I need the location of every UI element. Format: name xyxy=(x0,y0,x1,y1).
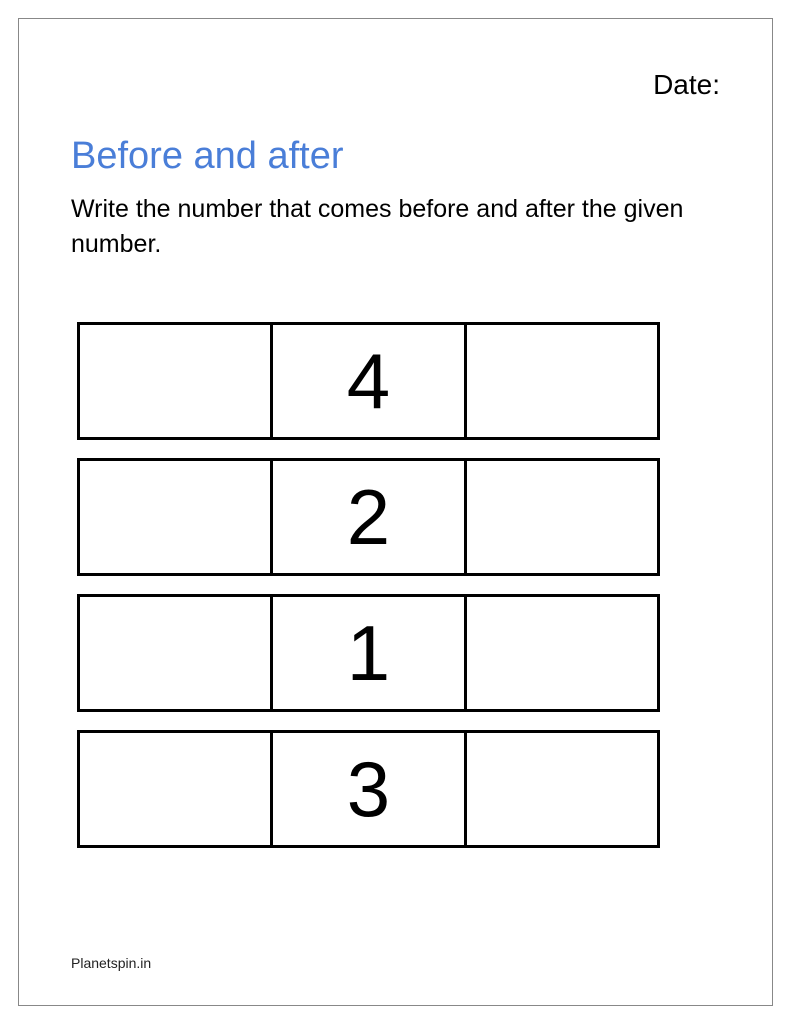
worksheet-page: Date: Before and after Write the number … xyxy=(18,18,773,1006)
date-label: Date: xyxy=(653,69,720,101)
worksheet-instruction: Write the number that comes before and a… xyxy=(71,192,720,262)
after-cell[interactable] xyxy=(467,733,657,845)
number-row: 4 xyxy=(77,322,660,440)
before-cell[interactable] xyxy=(80,461,270,573)
number-row: 3 xyxy=(77,730,660,848)
middle-cell: 4 xyxy=(270,325,466,437)
number-rows: 4 2 1 3 xyxy=(71,322,720,848)
middle-cell: 1 xyxy=(270,597,466,709)
number-row: 2 xyxy=(77,458,660,576)
middle-cell: 2 xyxy=(270,461,466,573)
after-cell[interactable] xyxy=(467,461,657,573)
worksheet-title: Before and after xyxy=(71,135,720,178)
middle-cell: 3 xyxy=(270,733,466,845)
date-row: Date: xyxy=(71,69,720,101)
after-cell[interactable] xyxy=(467,325,657,437)
number-row: 1 xyxy=(77,594,660,712)
before-cell[interactable] xyxy=(80,325,270,437)
before-cell[interactable] xyxy=(80,733,270,845)
footer-credit: Planetspin.in xyxy=(71,955,151,971)
after-cell[interactable] xyxy=(467,597,657,709)
before-cell[interactable] xyxy=(80,597,270,709)
